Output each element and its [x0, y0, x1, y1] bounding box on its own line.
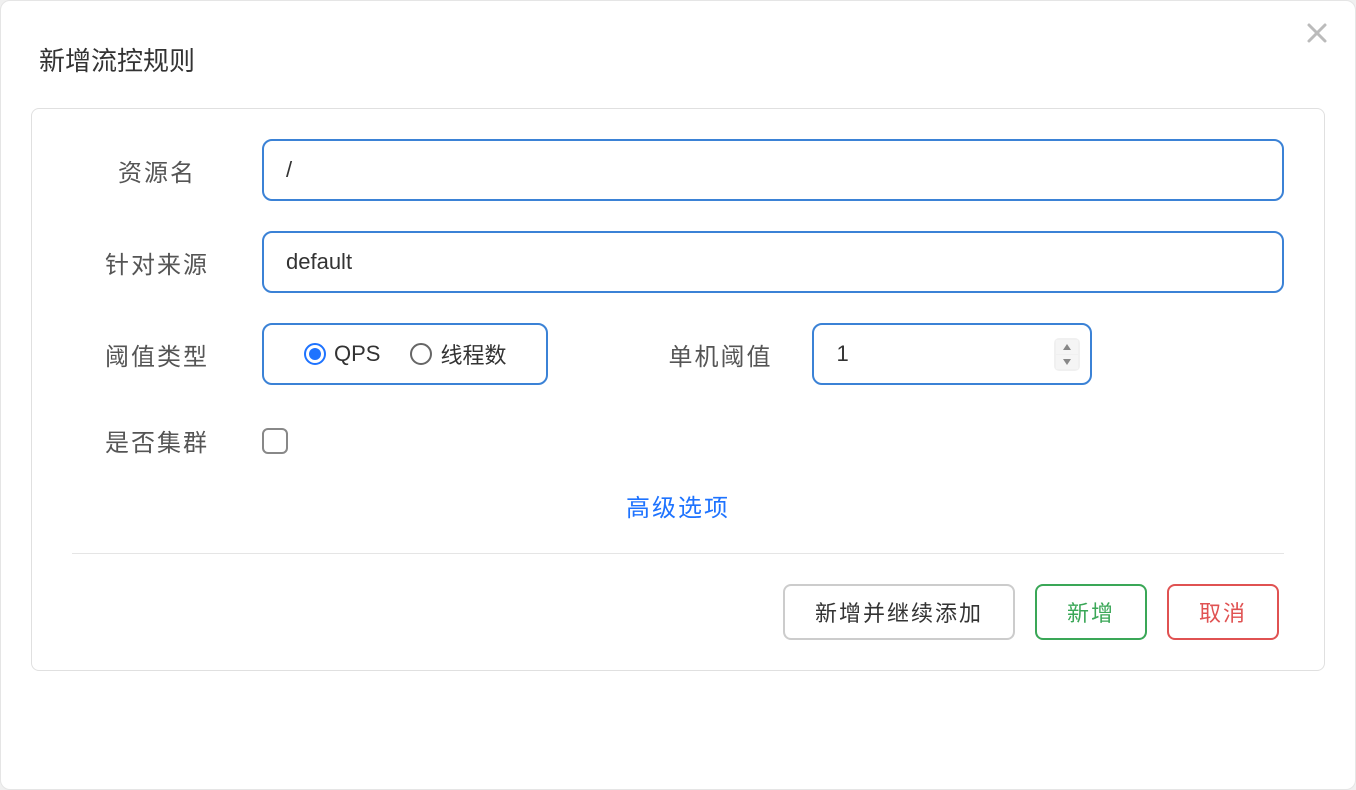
dialog-title: 新增流控规则	[31, 41, 1325, 78]
stepper-down-icon[interactable]	[1056, 355, 1078, 369]
cluster-checkbox[interactable]	[262, 428, 288, 454]
form-panel: 资源名 针对来源 阈值类型 QPS 线程	[31, 108, 1325, 671]
add-button[interactable]: 新增	[1035, 584, 1147, 640]
radio-qps[interactable]: QPS	[304, 341, 380, 367]
cancel-button[interactable]: 取消	[1167, 584, 1279, 640]
cluster-row: 是否集群	[72, 423, 1284, 458]
resource-input-wrap	[262, 139, 1284, 201]
cluster-label: 是否集群	[72, 423, 242, 458]
threshold-value-input[interactable]	[836, 341, 1016, 367]
radio-dot-icon	[309, 348, 321, 360]
add-continue-button[interactable]: 新增并继续添加	[783, 584, 1015, 640]
close-icon[interactable]	[1303, 19, 1331, 47]
source-row: 针对来源	[72, 231, 1284, 293]
stepper-up-icon[interactable]	[1056, 340, 1078, 354]
resource-input[interactable]	[262, 139, 1284, 201]
radio-thread-label: 线程数	[440, 338, 506, 370]
threshold-value-label: 单机阈值	[668, 337, 772, 372]
radio-qps-label: QPS	[334, 341, 380, 367]
source-label: 针对来源	[72, 245, 242, 280]
radio-circle-icon	[304, 343, 326, 365]
source-input[interactable]	[262, 231, 1284, 293]
radio-circle-icon	[410, 343, 432, 365]
threshold-type-radio-group: QPS 线程数	[262, 323, 548, 385]
threshold-type-label: 阈值类型	[72, 337, 242, 372]
source-input-wrap	[262, 231, 1284, 293]
radio-thread[interactable]: 线程数	[410, 338, 506, 370]
dialog: 新增流控规则 资源名 针对来源 阈值类型 QPS	[0, 0, 1356, 790]
resource-label: 资源名	[72, 153, 242, 188]
threshold-value-input-wrap	[812, 323, 1092, 385]
divider	[72, 553, 1284, 554]
number-stepper	[1054, 338, 1080, 371]
advanced-options-link[interactable]: 高级选项	[72, 488, 1284, 523]
button-row: 新增并继续添加 新增 取消	[72, 584, 1284, 640]
threshold-row: 阈值类型 QPS 线程数 单机阈值	[72, 323, 1284, 385]
resource-row: 资源名	[72, 139, 1284, 201]
